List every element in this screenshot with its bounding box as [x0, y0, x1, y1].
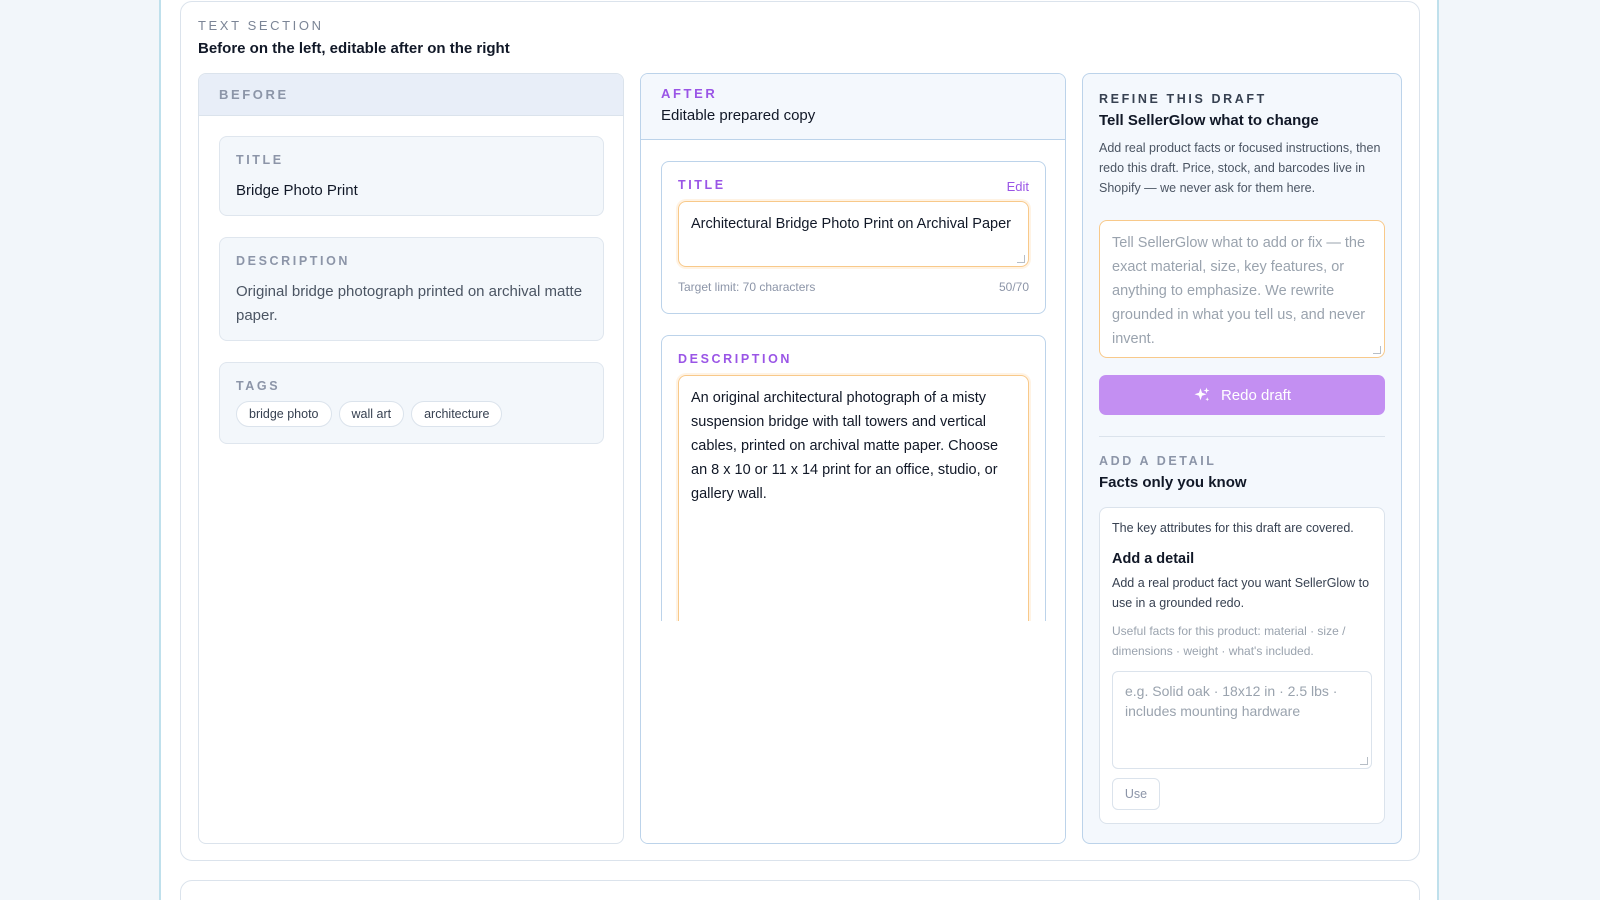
- refine-divider: [1099, 436, 1385, 437]
- add-detail-card: The key attributes for this draft are co…: [1099, 507, 1385, 824]
- tag-chip: architecture: [411, 401, 503, 427]
- add-detail-help: Add a real product fact you want SellerG…: [1112, 576, 1370, 610]
- tag-chip: bridge photo: [236, 401, 332, 427]
- before-title-card: TITLE Bridge Photo Print: [219, 136, 604, 216]
- resize-handle[interactable]: [1373, 346, 1381, 354]
- refine-panel: REFINE THIS DRAFT Tell SellerGlow what t…: [1082, 73, 1402, 844]
- detail-input[interactable]: e.g. Solid oak · 18x12 in · 2.5 lbs · in…: [1112, 671, 1372, 769]
- before-header: BEFORE: [199, 74, 623, 116]
- refine-help: Add real product facts or focused instru…: [1099, 141, 1381, 195]
- before-title-label: TITLE: [236, 153, 284, 167]
- after-column: AFTER Editable prepared copy TITLE Edit …: [640, 73, 1066, 844]
- use-detail-button[interactable]: Use: [1112, 778, 1160, 810]
- covered-note: The key attributes for this draft are co…: [1112, 521, 1354, 535]
- tag-chip: wall art: [338, 401, 405, 427]
- refine-eyebrow: REFINE THIS DRAFT: [1099, 92, 1267, 106]
- before-column: BEFORE TITLE Bridge Photo Print DESCRIPT…: [198, 73, 624, 844]
- after-subtitle: Editable prepared copy: [661, 107, 816, 124]
- description-clip: [641, 621, 1065, 843]
- refine-instructions-input[interactable]: Tell SellerGlow what to add or fix — the…: [1099, 220, 1385, 358]
- before-description-card: DESCRIPTION Original bridge photograph p…: [219, 237, 604, 341]
- before-title-value: Bridge Photo Print: [236, 182, 358, 199]
- title-textarea[interactable]: Architectural Bridge Photo Print on Arch…: [678, 201, 1029, 267]
- tag-list: bridge photo wall art architecture: [236, 401, 587, 427]
- useful-facts-hint: Useful facts for this product: material …: [1112, 624, 1346, 658]
- before-tags-card: TAGS bridge photo wall art architecture: [219, 362, 604, 444]
- add-detail-eyebrow: ADD A DETAIL: [1099, 454, 1217, 468]
- section-eyebrow: TEXT SECTION: [198, 18, 324, 33]
- title-char-count: 50/70: [998, 280, 1029, 294]
- refine-title: Tell SellerGlow what to change: [1099, 112, 1319, 129]
- after-title-label: TITLE: [678, 178, 726, 192]
- after-description-label: DESCRIPTION: [678, 352, 793, 366]
- section-title: Before on the left, editable after on th…: [198, 40, 510, 57]
- next-section-card: [180, 880, 1420, 900]
- resize-handle[interactable]: [1017, 255, 1025, 263]
- resize-handle[interactable]: [1360, 757, 1368, 765]
- add-detail-card-title: Add a detail: [1112, 551, 1195, 567]
- after-eyebrow: AFTER: [661, 86, 718, 101]
- title-limit-text: Target limit: 70 characters: [678, 280, 816, 294]
- title-meta: Target limit: 70 characters 50/70: [678, 280, 1029, 294]
- before-eyebrow: BEFORE: [219, 87, 289, 102]
- before-tags-label: TAGS: [236, 379, 281, 393]
- sparkle-icon: [1194, 387, 1210, 402]
- redo-draft-button[interactable]: Redo draft: [1099, 375, 1385, 415]
- after-title-card: TITLE Edit Architectural Bridge Photo Pr…: [661, 161, 1046, 314]
- add-detail-title: Facts only you know: [1099, 474, 1247, 491]
- after-header: AFTER Editable prepared copy: [641, 74, 1065, 140]
- edit-title-link[interactable]: Edit: [1007, 179, 1029, 194]
- before-description-value: Original bridge photograph printed on ar…: [236, 283, 583, 324]
- redo-draft-label: Redo draft: [1220, 386, 1292, 404]
- before-description-label: DESCRIPTION: [236, 254, 351, 268]
